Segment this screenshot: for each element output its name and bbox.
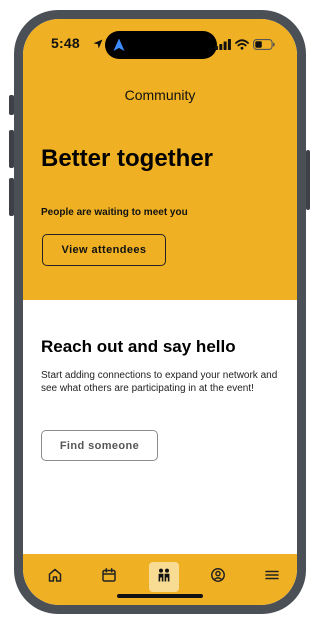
- location-arrow-icon: [93, 36, 103, 54]
- people-icon: [156, 567, 172, 588]
- section-title: Reach out and say hello: [41, 337, 236, 356]
- section-body: Start adding connections to expand your …: [41, 370, 278, 394]
- status-time: 5:48: [51, 35, 80, 51]
- side-button-volume-down: [9, 178, 14, 216]
- app-screen: 5:48 Community Better together People ar…: [23, 19, 297, 605]
- dynamic-island: [105, 31, 217, 59]
- cellular-signal-icon: [215, 37, 231, 55]
- phone-device: 5:48 Community Better together People ar…: [0, 0, 311, 620]
- tab-menu[interactable]: [257, 562, 287, 592]
- side-button-mute: [9, 95, 14, 115]
- status-icons: [215, 37, 275, 55]
- side-button-volume-up: [9, 130, 14, 168]
- tab-home[interactable]: [40, 562, 70, 592]
- menu-icon: [265, 568, 279, 586]
- tab-calendar[interactable]: [94, 562, 124, 592]
- find-someone-button[interactable]: Find someone: [41, 430, 158, 461]
- tab-profile[interactable]: [203, 562, 233, 592]
- home-icon: [47, 567, 63, 588]
- home-indicator[interactable]: [117, 594, 203, 598]
- hero-title: Better together: [41, 145, 214, 172]
- side-button-power: [306, 150, 310, 210]
- tab-community[interactable]: [149, 562, 179, 592]
- view-attendees-button[interactable]: View attendees: [42, 234, 166, 266]
- hero-subtitle: People are waiting to meet you: [41, 207, 188, 218]
- profile-icon: [210, 567, 226, 588]
- status-bar: 5:48: [23, 19, 297, 71]
- navigation-icon: [111, 37, 127, 58]
- battery-icon: [253, 37, 275, 55]
- calendar-icon: [101, 567, 117, 588]
- hero-section: 5:48 Community Better together People ar…: [23, 19, 297, 300]
- page-title: Community: [124, 87, 196, 103]
- wifi-icon: [235, 37, 249, 55]
